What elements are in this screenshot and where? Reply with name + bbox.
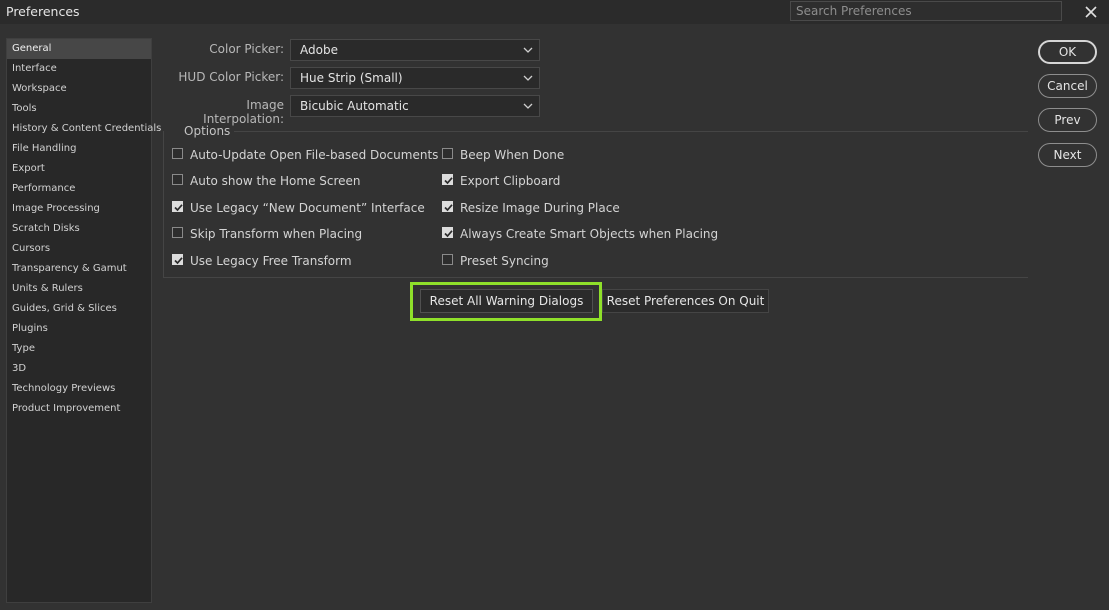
sidebar-item-export[interactable]: Export [7,159,151,179]
close-icon[interactable] [1081,2,1101,22]
sidebar-item-plugins[interactable]: Plugins [7,319,151,339]
sidebar-item-history[interactable]: History & Content Credentials [7,119,161,139]
sidebar-item-workspace[interactable]: Workspace [7,79,151,99]
sidebar-item-technology-previews[interactable]: Technology Previews [7,379,151,399]
checkbox-checked[interactable] [442,227,453,238]
chevron-down-icon [523,47,533,53]
reset-warning-dialogs-button[interactable]: Reset All Warning Dialogs [420,289,593,313]
title-bar: Preferences [0,0,1109,24]
cancel-button[interactable]: Cancel [1038,74,1097,98]
sidebar-item-general[interactable]: General [7,39,151,59]
checkmark-icon [174,204,183,212]
sidebar-item-transparency[interactable]: Transparency & Gamut [7,259,151,279]
option-label: Use Legacy Free Transform [190,254,352,268]
option-label: Auto-Update Open File-based Documents [190,148,439,162]
ok-button[interactable]: OK [1038,40,1097,64]
sidebar-item-cursors[interactable]: Cursors [7,239,151,259]
checkbox-checked[interactable] [442,174,453,185]
sidebar-item-scratch-disks[interactable]: Scratch Disks [7,219,151,239]
option-label: Preset Syncing [460,254,549,268]
hud-color-picker-select[interactable]: Hue Strip (Small) [290,67,540,89]
reset-preferences-button[interactable]: Reset Preferences On Quit [602,289,769,313]
options-divider [234,131,1028,132]
hud-color-picker-value: Hue Strip (Small) [300,71,403,85]
checkbox-checked[interactable] [442,201,453,212]
sidebar-item-image-processing[interactable]: Image Processing [7,199,151,219]
option-label: Auto show the Home Screen [190,174,361,188]
sidebar-item-performance[interactable]: Performance [7,179,151,199]
checkmark-icon [444,230,453,238]
option-label: Beep When Done [460,148,565,162]
checkbox-checked[interactable] [172,254,183,265]
sidebar-item-tools[interactable]: Tools [7,99,151,119]
image-interpolation-select[interactable]: Bicubic Automatic [290,95,540,117]
next-button[interactable]: Next [1038,143,1097,167]
color-picker-select[interactable]: Adobe [290,39,540,61]
checkbox-checked[interactable] [172,201,183,212]
option-label: Always Create Smart Objects when Placing [460,227,719,241]
sidebar-item-guides[interactable]: Guides, Grid & Slices [7,299,151,319]
option-label: Skip Transform when Placing [190,227,363,241]
sidebar-item-file-handling[interactable]: File Handling [7,139,151,159]
checkbox[interactable] [172,227,183,238]
options-legend: Options [184,124,231,138]
prev-button[interactable]: Prev [1038,108,1097,132]
option-label: Use Legacy “New Document” Interface [190,201,425,215]
sidebar-item-type[interactable]: Type [7,339,151,359]
checkmark-icon [444,177,453,185]
option-label: Export Clipboard [460,174,561,188]
search-input[interactable] [790,1,1062,21]
checkmark-icon [174,257,183,265]
checkmark-icon [444,204,453,212]
chevron-down-icon [523,75,533,81]
sidebar: General Interface Workspace Tools Histor… [6,38,161,603]
sidebar-item-3d[interactable]: 3D [7,359,151,379]
checkbox[interactable] [172,174,183,185]
option-label: Resize Image During Place [460,201,620,215]
image-interpolation-label: Image Interpolation: [203,98,284,126]
sidebar-item-interface[interactable]: Interface [7,59,151,79]
checkbox[interactable] [442,254,453,265]
sidebar-item-units[interactable]: Units & Rulers [7,279,151,299]
sidebar-item-product-improvement[interactable]: Product Improvement [7,399,151,419]
checkbox[interactable] [442,148,453,159]
color-picker-label: Color Picker: [209,42,284,56]
color-picker-value: Adobe [300,43,338,57]
checkbox[interactable] [172,148,183,159]
hud-color-picker-label: HUD Color Picker: [178,70,284,84]
window-title: Preferences [6,4,80,19]
chevron-down-icon [523,103,533,109]
image-interpolation-value: Bicubic Automatic [300,99,409,113]
